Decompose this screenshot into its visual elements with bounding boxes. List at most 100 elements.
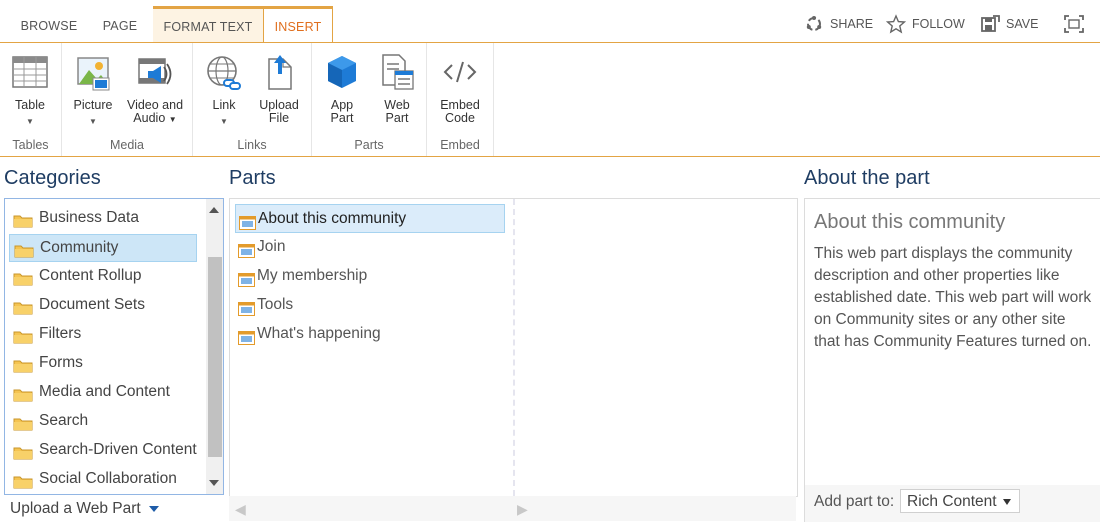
folder-icon bbox=[13, 211, 33, 228]
web-part-label-line1: Web bbox=[384, 98, 410, 112]
dropdown-arrow-icon bbox=[148, 506, 159, 512]
scroll-up-arrow-icon[interactable] bbox=[209, 207, 219, 213]
folder-icon bbox=[13, 385, 33, 402]
video-audio-label-line2: Audio bbox=[133, 111, 166, 125]
web-part-label-line2: Part bbox=[385, 111, 409, 125]
media-group-label: Media bbox=[109, 138, 145, 152]
folder-icon bbox=[13, 443, 33, 460]
category-item[interactable]: Search bbox=[9, 408, 197, 434]
ribbon-group-parts: App Part Web Part Parts bbox=[312, 43, 427, 156]
web-part-button[interactable]: Web Part bbox=[374, 53, 420, 125]
upload-web-part-link[interactable]: Upload a Web Part bbox=[10, 500, 159, 518]
app-part-button[interactable]: App Part bbox=[320, 53, 364, 125]
parts-title: Parts bbox=[229, 167, 276, 189]
part-item[interactable]: What's happening bbox=[235, 320, 503, 347]
ribbon-tab-bar: BROWSE PAGE FORMAT TEXT INSERT SHARE FOL… bbox=[0, 0, 1100, 46]
table-label: Table bbox=[15, 98, 45, 112]
scroll-thumb[interactable] bbox=[208, 257, 222, 457]
category-item[interactable]: Content Rollup bbox=[9, 263, 197, 289]
upload-label-line2: File bbox=[268, 111, 290, 125]
categories-list[interactable]: Business Data Community Content Rollup Docu… bbox=[4, 198, 224, 495]
web-part-icon bbox=[239, 212, 256, 230]
ribbon-group-tables: Table ▼ Tables bbox=[0, 43, 62, 156]
folder-icon bbox=[13, 356, 33, 373]
part-label: My membership bbox=[257, 267, 368, 284]
chevron-down-icon: ▼ bbox=[26, 117, 34, 126]
embed-label-line2: Code bbox=[445, 111, 475, 125]
part-item[interactable]: My membership bbox=[235, 262, 503, 289]
save-button[interactable]: SAVE bbox=[980, 14, 1038, 34]
tab-browse[interactable]: BROWSE bbox=[10, 9, 88, 43]
embed-code-button[interactable]: Embed Code bbox=[435, 53, 485, 125]
upload-file-button[interactable]: Upload File bbox=[253, 53, 305, 125]
category-label: Content Rollup bbox=[39, 267, 142, 284]
web-part-icon bbox=[379, 53, 415, 91]
folder-icon bbox=[13, 327, 33, 344]
follow-button[interactable]: FOLLOW bbox=[885, 14, 965, 34]
tab-format-text[interactable]: FORMAT TEXT bbox=[153, 6, 263, 45]
about-panel: About this community This web part displ… bbox=[804, 198, 1100, 522]
category-item[interactable]: Business Data bbox=[9, 205, 197, 231]
embed-label-line1: Embed bbox=[440, 98, 480, 112]
part-item[interactable]: About this community bbox=[235, 204, 505, 233]
focus-on-content-button[interactable] bbox=[1063, 14, 1089, 34]
previous-page-arrow-icon[interactable]: ◀ bbox=[235, 501, 246, 518]
picture-button[interactable]: Picture ▼ bbox=[70, 53, 116, 128]
folder-icon bbox=[13, 298, 33, 315]
tab-page[interactable]: PAGE bbox=[90, 9, 150, 43]
app-part-label-line2: Part bbox=[330, 111, 354, 125]
video-audio-label-line1: Video and bbox=[126, 98, 184, 112]
embed-code-icon bbox=[442, 53, 478, 91]
picture-icon bbox=[75, 53, 111, 91]
link-button[interactable]: Link ▼ bbox=[201, 53, 247, 128]
category-label: Forms bbox=[39, 354, 83, 371]
table-icon bbox=[12, 53, 48, 91]
folder-icon bbox=[13, 269, 33, 286]
category-item[interactable]: Media and Content bbox=[9, 379, 197, 405]
chevron-down-icon bbox=[1003, 499, 1011, 505]
part-item[interactable]: Tools bbox=[235, 291, 503, 318]
save-icon bbox=[980, 14, 1000, 34]
upload-file-icon bbox=[261, 53, 297, 91]
category-label: Document Sets bbox=[39, 296, 145, 313]
parts-list[interactable]: About this community Join My membership Too… bbox=[229, 198, 798, 497]
category-item[interactable]: Social Collaboration bbox=[9, 466, 197, 492]
share-button[interactable]: SHARE bbox=[804, 14, 873, 34]
part-label: About this community bbox=[258, 210, 407, 227]
part-label: What's happening bbox=[257, 325, 381, 342]
video-audio-button[interactable]: Video and Audio ▼ bbox=[123, 53, 187, 126]
tab-insert[interactable]: INSERT bbox=[263, 6, 333, 46]
category-item[interactable]: Filters bbox=[9, 321, 197, 347]
chevron-down-icon: ▼ bbox=[168, 115, 177, 124]
category-item[interactable]: Document Sets bbox=[9, 292, 197, 318]
parts-column-divider bbox=[513, 199, 515, 496]
follow-label: FOLLOW bbox=[912, 17, 965, 31]
category-item[interactable]: Forms bbox=[9, 350, 197, 376]
category-item[interactable]: Search-Driven Content bbox=[9, 437, 197, 463]
category-item[interactable]: Community bbox=[9, 234, 197, 262]
ribbon-group-media: Picture ▼ Video and Audio ▼ Media bbox=[62, 43, 193, 156]
add-part-value: Rich Content bbox=[907, 493, 997, 510]
links-group-label: Links bbox=[237, 138, 267, 152]
part-label: Join bbox=[257, 238, 286, 255]
app-part-icon bbox=[324, 53, 360, 91]
app-part-label-line1: App bbox=[330, 98, 354, 112]
add-part-label: Add part to: bbox=[814, 493, 895, 510]
category-label: Search-Driven Content bbox=[39, 441, 197, 458]
upload-web-part-label: Upload a Web Part bbox=[10, 500, 141, 517]
link-label: Link bbox=[212, 98, 236, 112]
share-label: SHARE bbox=[830, 17, 874, 31]
add-part-select[interactable]: Rich Content bbox=[900, 489, 1020, 513]
share-icon bbox=[804, 14, 824, 34]
part-item[interactable]: Join bbox=[235, 233, 503, 260]
about-title: About the part bbox=[804, 167, 930, 189]
category-label: Filters bbox=[39, 325, 82, 342]
categories-scrollbar[interactable] bbox=[206, 199, 223, 494]
table-button[interactable]: Table ▼ bbox=[7, 53, 53, 128]
web-part-icon bbox=[238, 327, 255, 345]
folder-icon bbox=[14, 241, 34, 258]
next-page-arrow-icon[interactable]: ▶ bbox=[517, 501, 528, 518]
chevron-down-icon: ▼ bbox=[220, 117, 228, 126]
scroll-down-arrow-icon[interactable] bbox=[209, 480, 219, 486]
save-label: SAVE bbox=[1006, 17, 1039, 31]
